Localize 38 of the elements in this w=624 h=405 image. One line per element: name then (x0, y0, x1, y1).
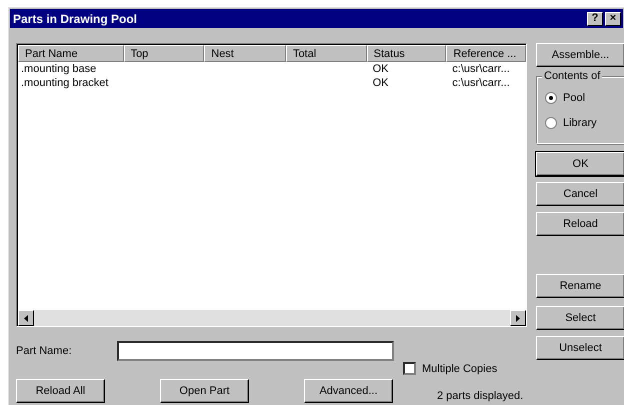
scroll-left-icon (24, 314, 28, 322)
part-name-label: Part Name: (16, 345, 73, 357)
part-name-field[interactable] (117, 341, 394, 361)
group-label: Contents of (542, 70, 602, 82)
dialog-button[interactable]: Cancel (536, 182, 624, 206)
column-header[interactable]: Reference ... (446, 45, 526, 62)
column-header[interactable]: Status (366, 45, 446, 62)
help-button[interactable]: ? (587, 12, 603, 26)
dialog-button[interactable]: Reload (536, 212, 624, 236)
column-header[interactable]: Top (124, 45, 204, 62)
column-header[interactable]: Part Name (18, 45, 124, 62)
assemble-button[interactable]: Assemble... (536, 43, 624, 67)
column-header[interactable]: Total (286, 45, 367, 62)
scroll-right-icon (516, 314, 520, 322)
ok-button[interactable]: OK (536, 152, 624, 176)
dialog-button[interactable]: Select (536, 306, 624, 330)
dialog-button[interactable]: Open Part (160, 379, 249, 403)
radio-label[interactable]: Pool (563, 92, 586, 104)
dialog-button[interactable]: Rename (536, 274, 624, 298)
table-cell: OK (372, 77, 388, 89)
checkbox[interactable] (403, 362, 416, 375)
table-cell: OK (372, 63, 388, 75)
dialog-button[interactable]: Advanced... (304, 379, 393, 403)
horizontal-scrollbar[interactable] (18, 310, 526, 326)
dialog-button[interactable]: Unselect (536, 336, 624, 360)
radio-button[interactable] (545, 92, 557, 104)
radio-label[interactable]: Library (563, 116, 597, 128)
checkbox-label[interactable]: Multiple Copies (422, 362, 498, 374)
radio-button[interactable] (545, 116, 557, 128)
status-text: 2 parts displayed. (437, 389, 524, 402)
column-header[interactable]: Nest (204, 45, 286, 62)
window-title: Parts in Drawing Pool (13, 12, 138, 26)
table-cell: .mounting bracket (21, 77, 108, 89)
table-cell: .mounting base (21, 63, 96, 75)
dialog-button[interactable]: Reload All (16, 379, 105, 403)
table-cell: c:\usr\carr... (452, 77, 510, 89)
table-cell: c:\usr\carr... (452, 63, 510, 75)
close-button[interactable]: × (605, 12, 621, 26)
